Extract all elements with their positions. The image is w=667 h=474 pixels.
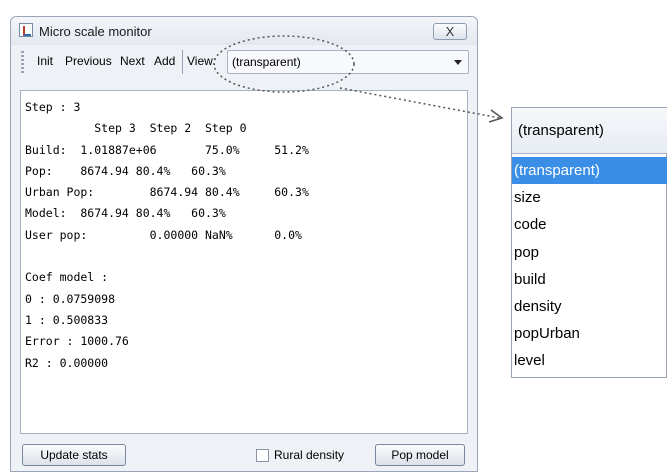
java-app-icon — [19, 23, 33, 37]
stats-output-text: Step : 3 Step 3 Step 2 Step 0 Build: 1.0… — [25, 97, 309, 374]
pop-model-button[interactable]: Pop model — [375, 444, 465, 466]
output-line: Error : 1000.76 — [25, 334, 129, 349]
update-stats-button[interactable]: Update stats — [22, 444, 126, 466]
output-line: Model: 8674.94 80.4% 60.3% — [25, 206, 226, 221]
output-line: Coef model : — [25, 270, 109, 285]
title-bar[interactable]: Micro scale monitor X — [11, 17, 477, 45]
view-dropdown-zoom: (transparent) (transparent) size code pop bu… — [511, 107, 667, 378]
previous-button[interactable]: Previous — [65, 54, 112, 68]
output-line: 1 : 0.500833 — [25, 312, 109, 327]
add-button[interactable]: Add — [154, 54, 175, 68]
output-line: 0 : 0.0759098 — [25, 291, 116, 306]
micro-scale-monitor-window: Micro scale monitor X Init Previous Next… — [10, 16, 478, 472]
output-line: Pop: 8674.94 80.4% 60.3% — [25, 163, 226, 178]
output-line: R2 : 0.00000 — [25, 355, 109, 370]
callout-arrowhead — [488, 109, 504, 123]
dropdown-option-size[interactable]: size — [512, 184, 667, 211]
stats-output-area[interactable]: Step : 3 Step 3 Step 2 Step 0 Build: 1.0… — [20, 90, 468, 434]
dropdown-option-code[interactable]: code — [512, 211, 667, 238]
chevron-down-icon[interactable] — [454, 60, 462, 65]
output-line: Urban Pop: 8674.94 80.4% 60.3% — [25, 185, 309, 200]
view-select-value: (transparent) — [232, 55, 301, 69]
dropdown-option-pop[interactable]: pop — [512, 239, 667, 266]
next-button[interactable]: Next — [120, 54, 145, 68]
toolbar: Init Previous Next Add View: (transparen… — [19, 47, 471, 77]
dropdown-option-transparent[interactable]: (transparent) — [512, 157, 667, 185]
dropdown-zoom-selected: (transparent) — [518, 122, 604, 139]
view-select[interactable]: (transparent) — [227, 50, 469, 74]
dropdown-option-build[interactable]: build — [512, 266, 667, 293]
toolbar-separator — [182, 50, 183, 74]
output-line: Step 3 Step 2 Step 0 — [25, 121, 247, 136]
output-line: Step : 3 — [25, 100, 81, 114]
close-button[interactable]: X — [433, 23, 467, 40]
rural-density-checkbox[interactable] — [256, 449, 269, 462]
toolbar-grip-icon[interactable] — [21, 51, 24, 73]
window-title: Micro scale monitor — [39, 24, 152, 39]
dropdown-option-list: (transparent) size code pop build density popU… — [512, 157, 667, 375]
output-line: Build: 1.01887e+06 75.0% 51.2% — [25, 142, 309, 157]
output-line: User pop: 0.00000 NaN% 0.0% — [25, 227, 302, 242]
dropdown-option-level[interactable]: level — [512, 347, 667, 374]
rural-density-label[interactable]: Rural density — [274, 448, 344, 462]
init-button[interactable]: Init — [37, 54, 53, 68]
dropdown-option-popurban[interactable]: popUrban — [512, 320, 667, 347]
dropdown-zoom-header[interactable]: (transparent) — [512, 108, 667, 154]
dropdown-option-density[interactable]: density — [512, 293, 667, 320]
view-label: View: — [187, 54, 217, 68]
